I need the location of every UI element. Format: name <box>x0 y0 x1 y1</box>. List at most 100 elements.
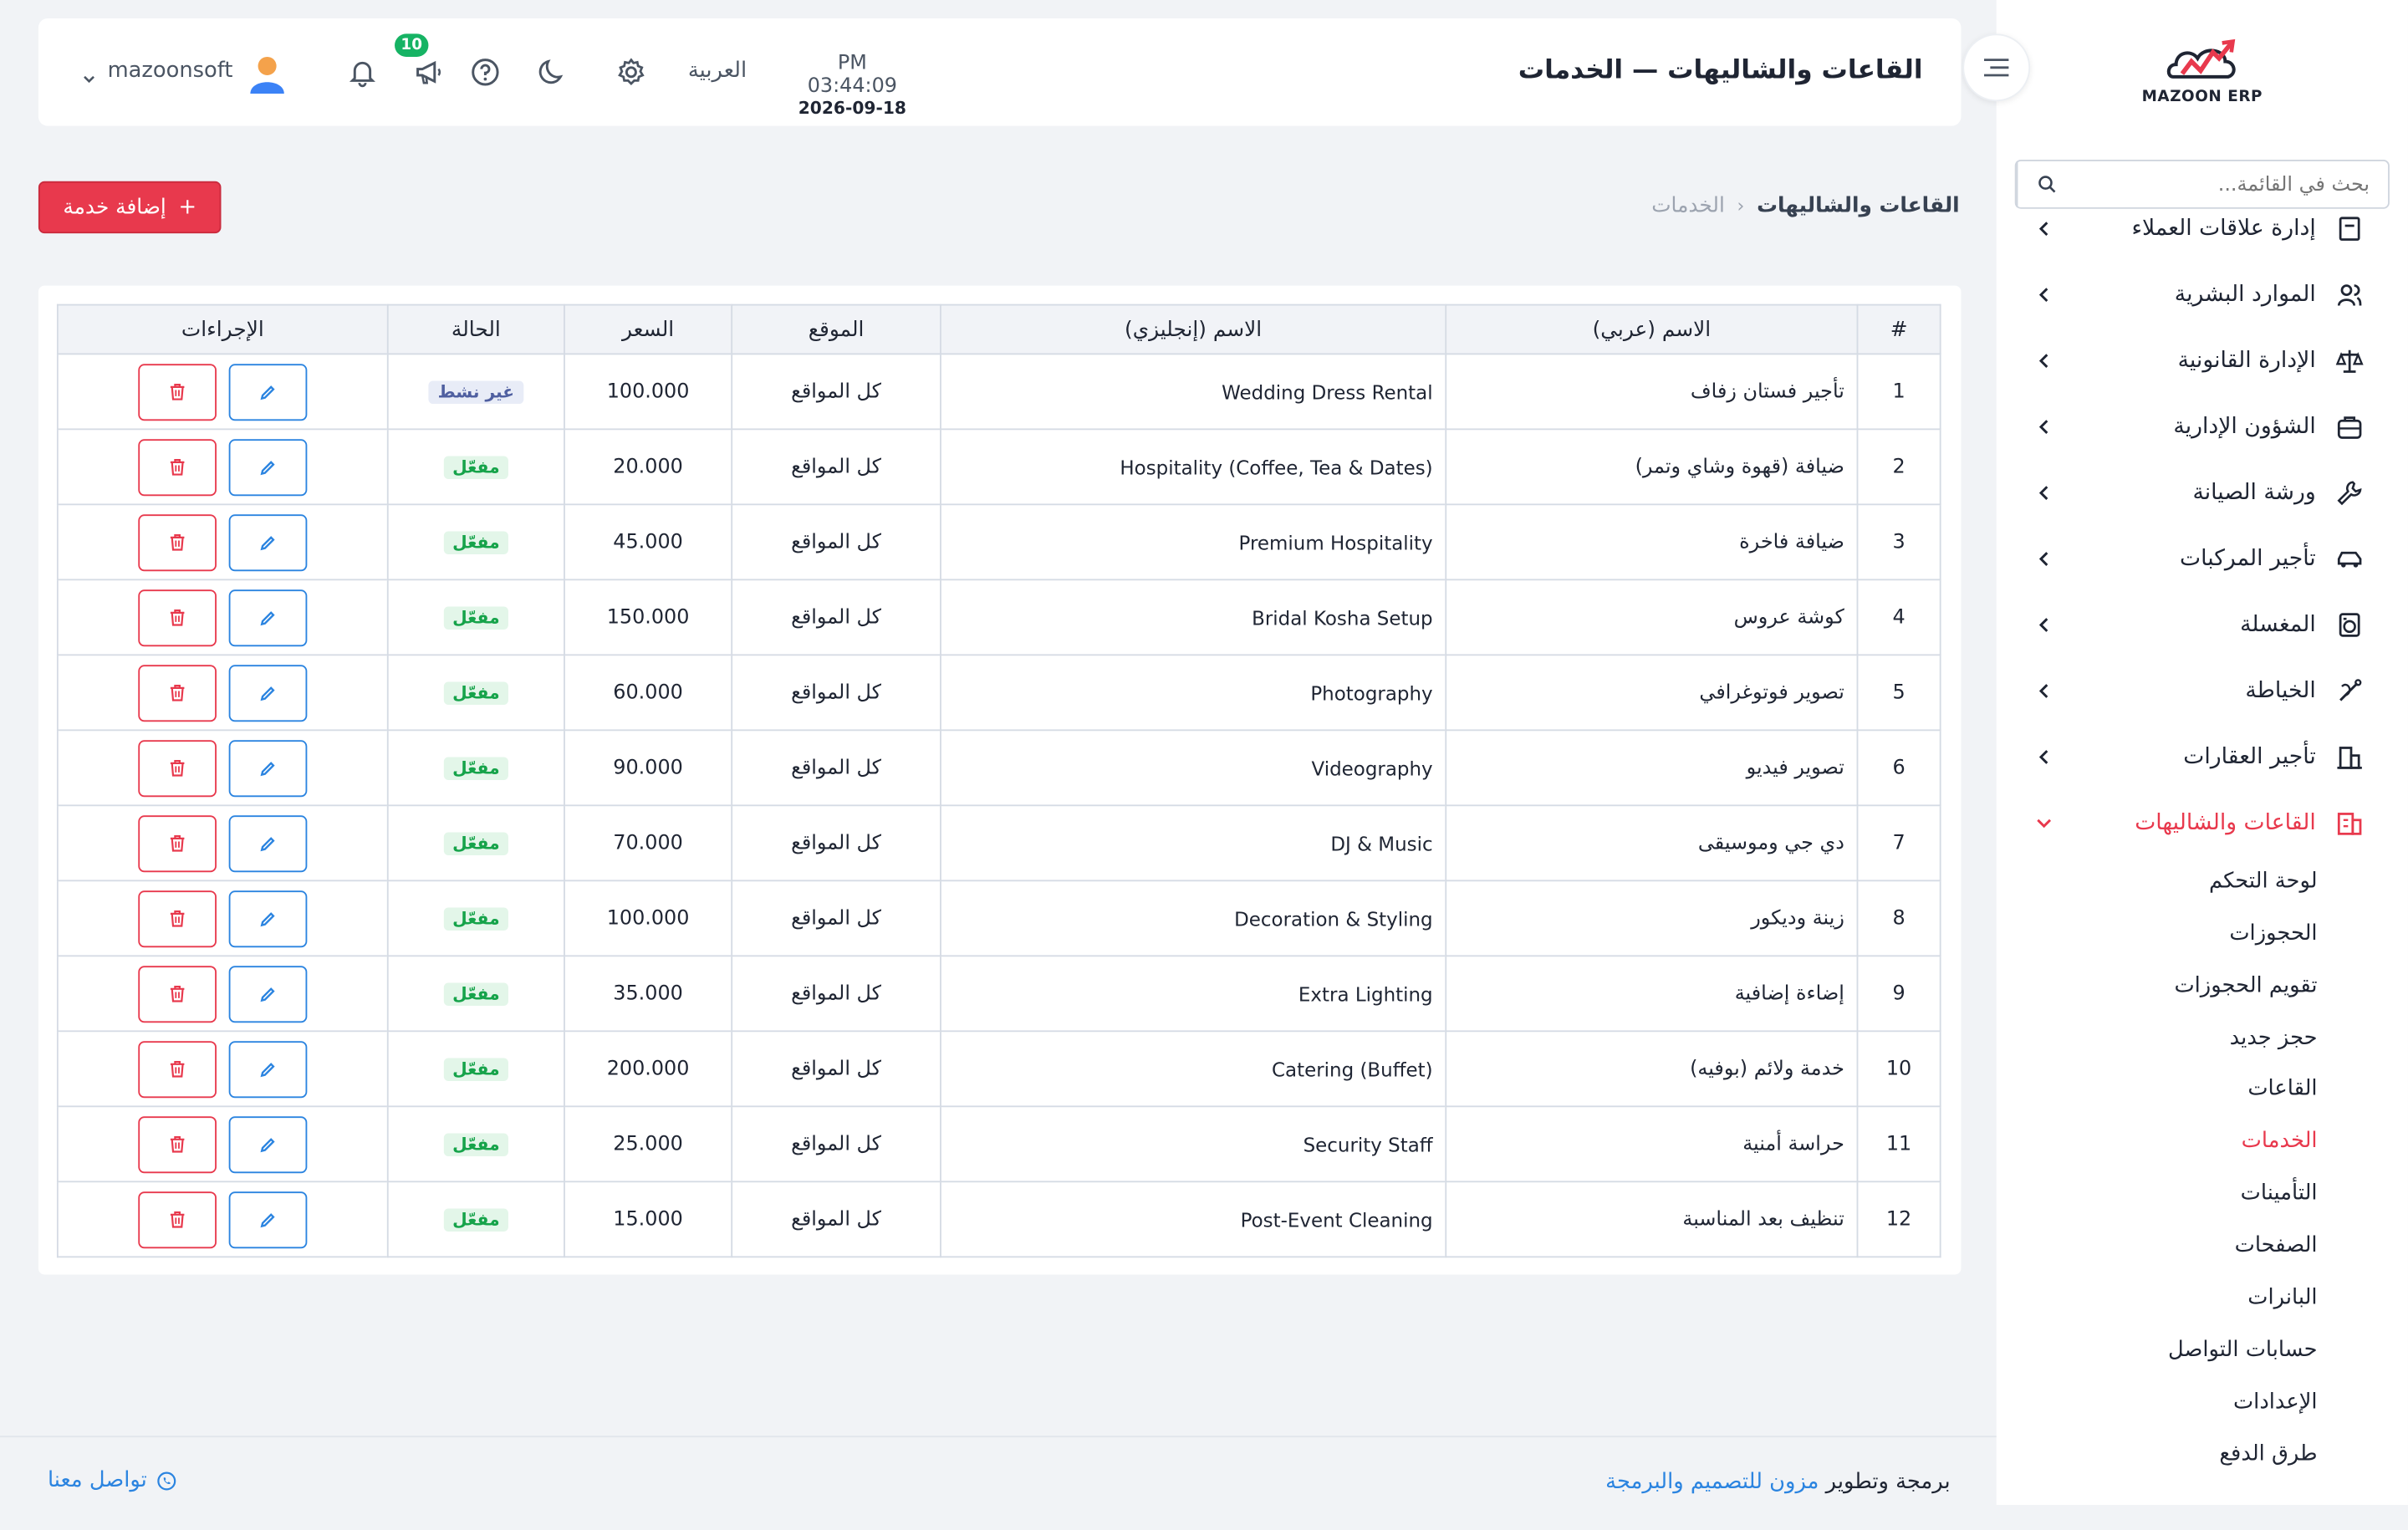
washer-icon <box>2334 609 2365 640</box>
announcements-button[interactable] <box>411 55 445 89</box>
submenu-settings[interactable]: الإعدادات <box>2233 1390 2318 1414</box>
cell-status: مفعّل <box>386 1181 565 1258</box>
cell-status: مفعّل <box>386 955 565 1033</box>
sidebar-item-laundry[interactable]: المغسلة <box>2033 606 2365 643</box>
submenu-banners[interactable]: البانرات <box>2247 1285 2317 1309</box>
sidebar-item-admin[interactable]: الشؤون الإدارية <box>2033 409 2365 446</box>
edit-button[interactable] <box>228 890 308 947</box>
sidebar-item-tailoring[interactable]: الخياطة <box>2033 672 2365 709</box>
scale-icon <box>2334 345 2365 376</box>
breadcrumb-section[interactable]: القاعات والشاليهات <box>1757 193 1960 217</box>
user-menu-chevron-icon[interactable] <box>81 64 96 84</box>
help-button[interactable] <box>468 55 502 89</box>
delete-button[interactable] <box>138 965 217 1023</box>
clock-date: 2026-09-18 <box>798 98 906 119</box>
cell-num: 11 <box>1856 1105 1941 1183</box>
sidebar-item-halls[interactable]: القاعات والشاليهات <box>2033 804 2365 841</box>
breadcrumb-separator-icon: ‹ <box>1737 195 1745 217</box>
sidebar-item-hr[interactable]: الموارد البشرية <box>2033 277 2365 314</box>
table-row: 8 زينة وديكور Decoration & Styling كل الموا… <box>56 880 1941 957</box>
submenu-bookings[interactable]: الحجوزات <box>2229 921 2317 946</box>
sidebar-item-crm[interactable]: إدارة علاقات العملاء <box>2033 215 2365 247</box>
settings-button[interactable] <box>615 55 648 89</box>
cell-status: غير نشط <box>386 353 565 431</box>
cell-name-ar: تصوير فيديو <box>1445 729 1859 807</box>
delete-button[interactable] <box>138 814 217 872</box>
edit-button[interactable] <box>228 1191 308 1248</box>
sidebar-item-real-estate[interactable]: تأجير العقارات <box>2033 738 2365 775</box>
submenu-halls[interactable]: القاعات <box>2247 1077 2317 1101</box>
sidebar-item-workshop[interactable]: ورشة الصيانة <box>2033 475 2365 512</box>
edit-button[interactable] <box>228 513 308 571</box>
cell-name-ar: تصوير فوتوغرافي <box>1445 654 1859 732</box>
edit-button[interactable] <box>228 739 308 797</box>
sidebar-search-button[interactable] <box>2016 161 2075 207</box>
sidebar-item-legal[interactable]: الإدارة القانونية <box>2033 343 2365 380</box>
username[interactable]: mazoonsoft <box>108 59 233 83</box>
edit-button[interactable] <box>228 1115 308 1173</box>
cell-location: كل المواقع <box>731 804 941 882</box>
edit-button[interactable] <box>228 438 308 496</box>
col-header-name-ar: الاسم (عربي) <box>1445 303 1859 355</box>
table-row: 3 ضيافة فاخرة Premium Hospitality كل المواق… <box>56 503 1941 581</box>
delete-button[interactable] <box>138 1040 217 1098</box>
crm-icon <box>2334 215 2365 244</box>
sidebar-item-vehicles[interactable]: تأجير المركبات <box>2033 541 2365 578</box>
chevron-left-icon <box>2033 615 2055 636</box>
logo[interactable]: MAZOON ERP <box>1997 0 2408 147</box>
trash-icon <box>170 910 185 927</box>
submenu-dashboard[interactable]: لوحة التحكم <box>2209 870 2318 894</box>
delete-button[interactable] <box>138 363 217 421</box>
contact-us-link[interactable]: تواصل معنا <box>48 1468 176 1492</box>
megaphone-icon <box>416 60 441 84</box>
edit-button[interactable] <box>228 965 308 1023</box>
cell-name-en: Post-Event Cleaning <box>940 1181 1447 1258</box>
avatar[interactable] <box>246 52 288 94</box>
status-badge: مفعّل <box>443 982 509 1006</box>
edit-button[interactable] <box>228 589 308 646</box>
footer-credit-link[interactable]: مزون للتصميم والبرمجة <box>1605 1470 1819 1494</box>
edit-button[interactable] <box>228 1040 308 1098</box>
language-switch[interactable]: العربية <box>688 59 747 83</box>
submenu-new-booking[interactable]: حجز جديد <box>2230 1026 2318 1050</box>
trash-icon <box>170 759 185 777</box>
row-actions <box>59 890 387 947</box>
menu-toggle-button[interactable] <box>1962 33 2031 102</box>
cell-num: 6 <box>1856 729 1941 807</box>
hall-icon <box>2334 808 2365 839</box>
submenu-booking-calendar[interactable]: تقويم الحجوزات <box>2174 973 2317 997</box>
cell-num: 3 <box>1856 503 1941 581</box>
notifications-button[interactable] <box>345 55 379 89</box>
edit-button[interactable] <box>228 664 308 722</box>
dark-mode-button[interactable] <box>536 55 569 89</box>
submenu-social-accounts[interactable]: حسابات التواصل <box>2168 1338 2318 1362</box>
delete-button[interactable] <box>138 739 217 797</box>
sidebar-search-input[interactable] <box>2074 161 2389 207</box>
cell-name-ar: دي جي وموسيقى <box>1445 804 1859 882</box>
add-service-button[interactable]: + إضافة خدمة <box>38 181 222 234</box>
cell-price: 100.000 <box>564 880 733 957</box>
edit-button[interactable] <box>228 814 308 872</box>
delete-button[interactable] <box>138 1191 217 1248</box>
cell-actions <box>56 1181 389 1258</box>
edit-button[interactable] <box>228 363 308 421</box>
submenu-insurances[interactable]: التأمينات <box>2241 1181 2318 1205</box>
cell-actions <box>56 880 389 957</box>
submenu-payment-methods[interactable]: طرق الدفع <box>2219 1442 2317 1466</box>
submenu-pages[interactable]: الصفحات <box>2235 1233 2318 1257</box>
cell-name-ar: تأجير فستان زفاف <box>1445 353 1859 431</box>
delete-button[interactable] <box>138 438 217 496</box>
cell-actions <box>56 1030 389 1108</box>
delete-button[interactable] <box>138 589 217 646</box>
row-actions <box>59 965 387 1023</box>
delete-button[interactable] <box>138 664 217 722</box>
breadcrumb: القاعات والشاليهات ‹ الخدمات <box>1651 193 1959 217</box>
pencil-icon <box>260 610 275 625</box>
delete-button[interactable] <box>138 513 217 571</box>
logo-text: MAZOON ERP <box>2141 89 2263 106</box>
delete-button[interactable] <box>138 890 217 947</box>
delete-button[interactable] <box>138 1115 217 1173</box>
row-actions <box>59 1191 387 1248</box>
submenu-services[interactable]: الخدمات <box>2242 1129 2318 1153</box>
cell-price: 15.000 <box>564 1181 733 1258</box>
